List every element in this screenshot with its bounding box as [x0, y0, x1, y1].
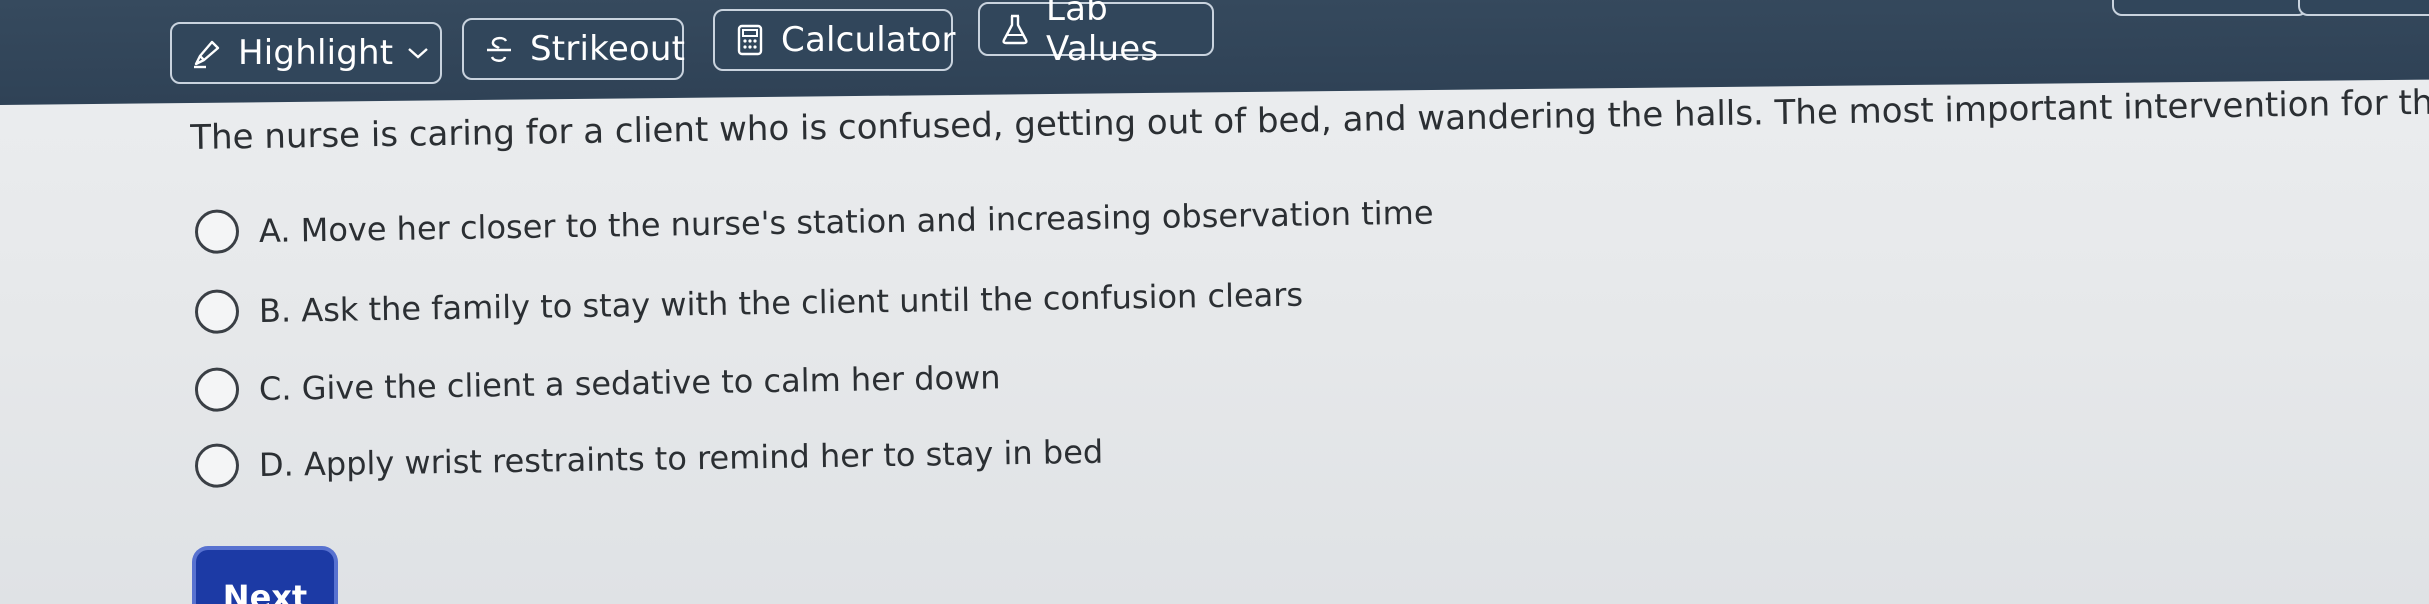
- strikeout-label: Strikeout: [530, 29, 686, 69]
- answer-option-c[interactable]: C. Give the client a sedative to calm he…: [194, 355, 1001, 412]
- answer-option-label: C. Give the client a sedative to calm he…: [258, 358, 1001, 408]
- corner-button-left[interactable]: [2112, 0, 2308, 16]
- strikeout-button[interactable]: Strikeout: [462, 18, 686, 80]
- answer-option-label: A. Move her closer to the nurse's statio…: [258, 193, 1434, 250]
- radio-button[interactable]: [194, 209, 240, 254]
- highlight-button[interactable]: Highlight: [170, 22, 442, 84]
- answer-option-label: D. Apply wrist restraints to remind her …: [258, 432, 1104, 484]
- lab-values-label: Lab Values: [1046, 0, 1159, 69]
- radio-button[interactable]: [194, 443, 240, 488]
- chevron-down-icon[interactable]: [405, 43, 431, 63]
- exam-screen: Highlight Strikeout Calculator Lab Value…: [0, 0, 2429, 604]
- answer-option-a[interactable]: A. Move her closer to the nurse's statio…: [194, 191, 1434, 254]
- lab-values-button[interactable]: Lab Values: [978, 0, 1214, 69]
- answer-option-label: B. Ask the family to stay with the clien…: [258, 275, 1304, 330]
- calculator-icon: [733, 23, 767, 57]
- radio-button[interactable]: [194, 289, 240, 334]
- radio-button[interactable]: [194, 367, 240, 412]
- corner-button-right[interactable]: [2298, 0, 2429, 16]
- calculator-label: Calculator: [781, 20, 956, 60]
- highlighter-icon: [190, 36, 224, 70]
- answer-option-b[interactable]: B. Ask the family to stay with the clien…: [194, 273, 1304, 334]
- flask-icon: [998, 12, 1032, 46]
- answer-option-d[interactable]: D. Apply wrist restraints to remind her …: [194, 430, 1104, 488]
- next-button[interactable]: Next: [196, 550, 334, 604]
- calculator-button[interactable]: Calculator: [713, 9, 956, 71]
- strikethrough-icon: [482, 32, 516, 66]
- highlight-label: Highlight: [238, 33, 394, 73]
- next-button-label: Next: [222, 578, 308, 604]
